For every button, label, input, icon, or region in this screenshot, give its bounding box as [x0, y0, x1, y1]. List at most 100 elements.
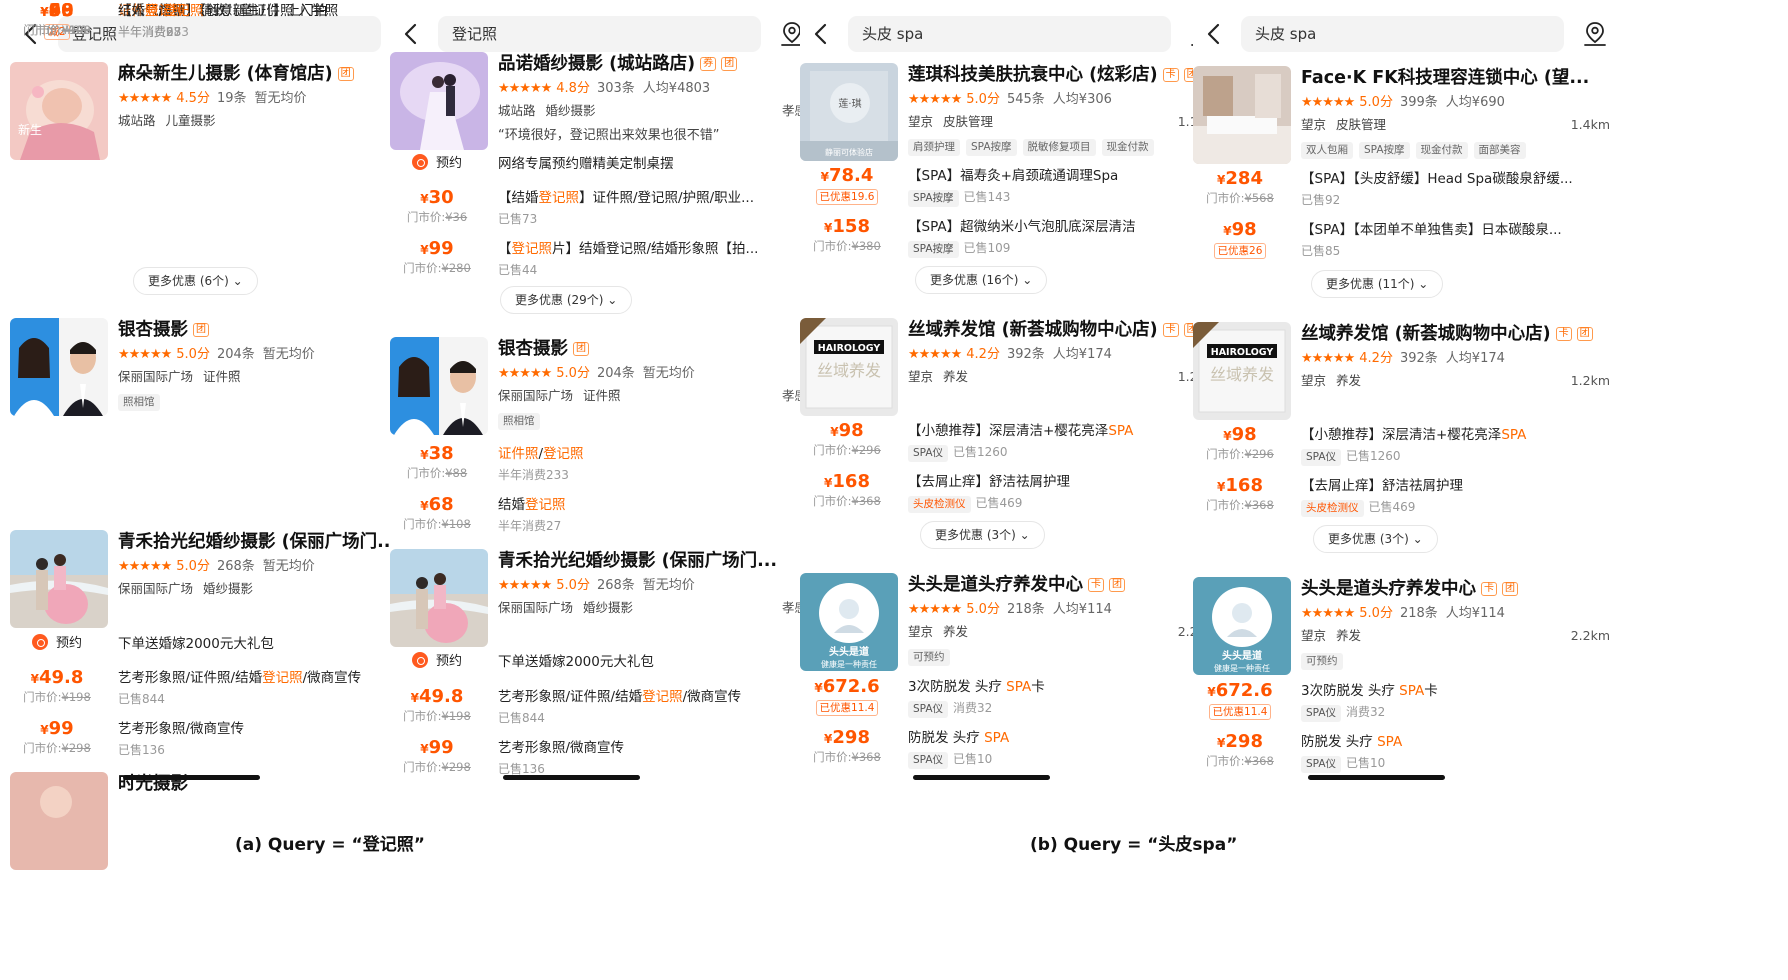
deal-title[interactable]: 【小憩推荐】深层清洁+樱花亮泽SPA: [1301, 424, 1608, 446]
shop-name[interactable]: 青禾拾光纪婚纱摄影 (保丽广场门...: [498, 549, 777, 573]
shop-card[interactable]: 头头是道 健康是一种责任 头头是道头疗养发中心卡团 ★★★★★ 5.0分 218条 人均¥1…: [800, 573, 1225, 671]
shop-name[interactable]: 银杏摄影团: [118, 318, 209, 342]
shop-name[interactable]: 头头是道头疗养发中心卡团: [908, 573, 1125, 597]
deal-title[interactable]: 3次防脱发 头疗 SPA卡: [1301, 680, 1608, 702]
deal-title[interactable]: 结婚登记照: [498, 494, 805, 516]
deal-title[interactable]: 【SPA】超微纳米小气泡肌底深层清洁: [908, 216, 1215, 238]
shop-card[interactable]: 莲·琪 静丽可体验店 莲琪科技美肤抗衰中心 (炫彩店) 卡团 ★★★★★ 5.0分 545条…: [800, 63, 1225, 161]
shop-thumbnail[interactable]: [10, 530, 108, 628]
more-deals-button[interactable]: 更多优惠 (3个) ⌄: [920, 521, 1045, 549]
shop-name[interactable]: 品诺婚纱摄影 (城站路店) 券团: [498, 52, 738, 76]
shop-thumbnail[interactable]: HAIROLOGY 丝域养发: [1193, 322, 1291, 420]
deal-title[interactable]: 艺考形象照/微商宣传: [118, 718, 425, 740]
shop-thumbnail[interactable]: 新生: [10, 62, 108, 160]
deal-row[interactable]: ¥99 门市价:¥280 【登记照片】结婚登记照/结婚形象照【拍... 已售44: [390, 238, 815, 284]
shop-name[interactable]: 麻朵新生儿摄影 (体育馆店) 团: [118, 62, 354, 86]
back-arrow-icon[interactable]: [398, 21, 424, 47]
deal-row[interactable]: ¥298 门市价:¥368 防脱发 头疗 SPA SPA仪 已售10: [1193, 731, 1618, 777]
deal-title[interactable]: 【去屑止痒】舒洁祛屑护理: [908, 471, 1215, 493]
shop-card[interactable]: HAIROLOGY 丝域养发 丝域养发馆 (新荟城购物中心店) 卡团 ★★★★★ 4.2分…: [800, 318, 1225, 416]
deal-row[interactable]: ¥158 门市价:¥380 【SPA】超微纳米小气泡肌底深层清洁 SPA按摩 已售109: [800, 216, 1225, 262]
deal-title[interactable]: 【登记照片】结婚登记照/结婚形象照【拍...: [498, 238, 805, 260]
deal-title[interactable]: 【去屑止痒】舒洁祛屑护理: [1301, 475, 1608, 497]
deal-row[interactable]: ¥298 门市价:¥368 防脱发 头疗 SPA SPA仪 已售10: [800, 727, 1225, 773]
shop-thumbnail[interactable]: [390, 549, 488, 647]
shop-thumbnail[interactable]: [390, 337, 488, 435]
caption-b: (b) Query = “头皮spa”: [1030, 835, 1238, 855]
shop-name[interactable]: 头头是道头疗养发中心卡团: [1301, 577, 1518, 601]
deal-row[interactable]: ¥284 门市价:¥568 【SPA】【头皮舒缓】Head Spa碳酸泉舒缓... 已…: [1193, 168, 1618, 214]
shop-thumbnail[interactable]: HAIROLOGY 丝域养发: [800, 318, 898, 416]
search-input[interactable]: 头皮 spa: [848, 16, 1171, 52]
deal-row[interactable]: ¥672.6 已优惠11.4 3次防脱发 头疗 SPA卡 SPA仪 消费32: [800, 676, 1225, 722]
deal-row[interactable]: ¥168 门市价:¥368 【去屑止痒】舒洁祛屑护理 头皮检测仪 已售469: [1193, 475, 1618, 521]
shop-card[interactable]: 新生 麻朵新生儿摄影 (体育馆店) 团 ★★★★★ 4.5分 19条 暂无均价 城站路 儿童摄影…: [10, 62, 435, 160]
back-arrow-icon[interactable]: [808, 21, 834, 47]
shop-card[interactable]: 银杏摄影团 ★★★★★ 5.0分 204条暂无均价保丽国际广场证件照孝感照相馆: [10, 318, 435, 416]
shop-thumbnail[interactable]: [1193, 66, 1291, 164]
deal-row[interactable]: ¥68 门市价:¥108 结婚登记照 半年消费27: [390, 494, 815, 540]
booking-promo-row[interactable]: 预约网络专属预约赠精美定制桌摆›: [390, 150, 815, 174]
shop-thumbnail[interactable]: [10, 318, 108, 416]
deal-row[interactable]: ¥98 门市价:¥296 【小憩推荐】深层清洁+樱花亮泽SPA SPA仪 已售1260: [1193, 424, 1618, 470]
deal-row[interactable]: ¥49.8 门市价:¥198 艺考形象照/证件照/结婚登记照/微商宣传 已售844: [390, 686, 815, 732]
deal-row[interactable]: ¥49.8 门市价:¥198 艺考形象照/证件照/结婚登记照/微商宣传 已售844: [10, 667, 435, 713]
shop-name[interactable]: 丝域养发馆 (新荟城购物中心店) 卡团: [908, 318, 1200, 342]
shop-name[interactable]: 丝域养发馆 (新荟城购物中心店) 卡团: [1301, 322, 1593, 346]
deal-title[interactable]: 证件照/登记照: [498, 443, 805, 465]
shop-name[interactable]: 青禾拾光纪婚纱摄影 (保丽广场门...: [118, 530, 397, 554]
shop-name[interactable]: Face·K FK科技理容连锁中心 (望...: [1301, 66, 1589, 90]
deal-title[interactable]: 【SPA】【本团单不单独售卖】日本碳酸泉...: [1301, 219, 1608, 241]
more-deals-button[interactable]: 更多优惠 (11个) ⌄: [1311, 270, 1444, 298]
back-arrow-icon[interactable]: [1201, 21, 1227, 47]
deal-row[interactable]: ¥98 已优惠26 【SPA】【本团单不单独售卖】日本碳酸泉... 已售85: [1193, 219, 1618, 265]
shop-thumbnail[interactable]: 头头是道 健康是一种责任: [1193, 577, 1291, 675]
shop-card[interactable]: 青禾拾光纪婚纱摄影 (保丽广场门... ★★★★★ 5.0分 268条 暂无均价 保丽国际…: [390, 549, 815, 647]
deal-title[interactable]: 结婚登记照: [118, 0, 425, 22]
deal-row[interactable]: ¥99 门市价:¥298 艺考形象照/微商宣传 已售136: [10, 718, 435, 764]
deal-title[interactable]: 3次防脱发 头疗 SPA卡: [908, 676, 1215, 698]
deal-title[interactable]: 【SPA】【头皮舒缓】Head Spa碳酸泉舒缓...: [1301, 168, 1608, 190]
deal-title[interactable]: 艺考形象照/微商宣传: [498, 737, 805, 759]
shop-thumbnail[interactable]: [390, 52, 488, 150]
deal-title[interactable]: 防脱发 头疗 SPA: [1301, 731, 1608, 753]
search-input[interactable]: 头皮 spa: [1241, 16, 1564, 52]
shop-card[interactable]: 时光摄影: [10, 772, 435, 870]
deal-price: ¥168: [810, 471, 884, 494]
location-pin-icon[interactable]: [1582, 21, 1608, 47]
deal-row[interactable]: ¥672.6 已优惠11.4 3次防脱发 头疗 SPA卡 SPA仪 消费32: [1193, 680, 1618, 726]
deal-title[interactable]: 【SPA】福寿灸+肩颈疏通调理Spa: [908, 165, 1215, 187]
shop-thumbnail[interactable]: 莲·琪 静丽可体验店: [800, 63, 898, 161]
shop-name[interactable]: 银杏摄影团: [498, 337, 589, 361]
deal-row[interactable]: ¥30 门市价:¥36 【结婚登记照】证件照/登记照/护照/职业... 已售73: [390, 187, 815, 233]
deal-price: ¥99: [400, 238, 474, 261]
shop-card[interactable]: 银杏摄影团 ★★★★★ 5.0分 204条暂无均价保丽国际广场证件照孝感照相馆: [390, 337, 815, 435]
shop-card[interactable]: 头头是道 健康是一种责任 头头是道头疗养发中心卡团 ★★★★★ 5.0分 218条 人均¥1…: [1193, 577, 1618, 675]
booking-promo-row[interactable]: 预约下单送婚嫁2000元大礼包›: [390, 648, 815, 672]
deal-row[interactable]: ¥78.4 已优惠19.6 【SPA】福寿灸+肩颈疏通调理Spa SPA按摩 已售143: [800, 165, 1225, 211]
more-deals-label: 更多优惠 (16个): [930, 273, 1019, 287]
search-input[interactable]: 登记照: [438, 16, 761, 52]
more-deals-button[interactable]: 更多优惠 (16个) ⌄: [915, 266, 1048, 294]
shop-thumbnail[interactable]: 头头是道 健康是一种责任: [800, 573, 898, 671]
deal-title[interactable]: 艺考形象照/证件照/结婚登记照/微商宣传: [118, 667, 425, 689]
deal-row[interactable]: ¥98 门市价:¥296 【小憩推荐】深层清洁+樱花亮泽SPA SPA仪 已售1260: [800, 420, 1225, 466]
deal-row[interactable]: ¥68 门市价:¥108 结婚登记照 半年消费27: [10, 0, 435, 46]
shop-card[interactable]: 青禾拾光纪婚纱摄影 (保丽广场门... ★★★★★ 5.0分 268条 暂无均价 保丽国际…: [10, 530, 435, 628]
more-deals-button[interactable]: 更多优惠 (29个) ⌄: [500, 286, 633, 314]
shop-card[interactable]: Face·K FK科技理容连锁中心 (望... ★★★★★ 5.0分 399条 人均¥6…: [1193, 66, 1618, 164]
deal-row[interactable]: ¥168 门市价:¥368 【去屑止痒】舒洁祛屑护理 头皮检测仪 已售469: [800, 471, 1225, 517]
shop-name[interactable]: 莲琪科技美肤抗衰中心 (炫彩店) 卡团: [908, 63, 1200, 87]
more-deals-button[interactable]: 更多优惠 (6个) ⌄: [133, 267, 258, 295]
deal-title[interactable]: 防脱发 头疗 SPA: [908, 727, 1215, 749]
deal-row[interactable]: ¥38 门市价:¥88 证件照/登记照 半年消费233: [390, 443, 815, 489]
shop-card[interactable]: 品诺婚纱摄影 (城站路店) 券团 ★★★★★ 4.8分 303条 人均¥4803 城站路 婚纱…: [390, 52, 815, 150]
deal-title[interactable]: 【小憩推荐】深层清洁+樱花亮泽SPA: [908, 420, 1215, 442]
deal-title[interactable]: 【结婚登记照】证件照/登记照/护照/职业...: [498, 187, 805, 209]
shop-card[interactable]: HAIROLOGY 丝域养发 丝域养发馆 (新荟城购物中心店) 卡团 ★★★★★ 4.2分…: [1193, 322, 1618, 420]
booking-promo-row[interactable]: 预约下单送婚嫁2000元大礼包›: [10, 630, 435, 654]
highlight-keyword: 登记照: [538, 190, 580, 206]
deal-title[interactable]: 艺考形象照/证件照/结婚登记照/微商宣传: [498, 686, 805, 708]
more-deals-button[interactable]: 更多优惠 (3个) ⌄: [1313, 525, 1438, 553]
shop-thumbnail[interactable]: [10, 772, 108, 870]
